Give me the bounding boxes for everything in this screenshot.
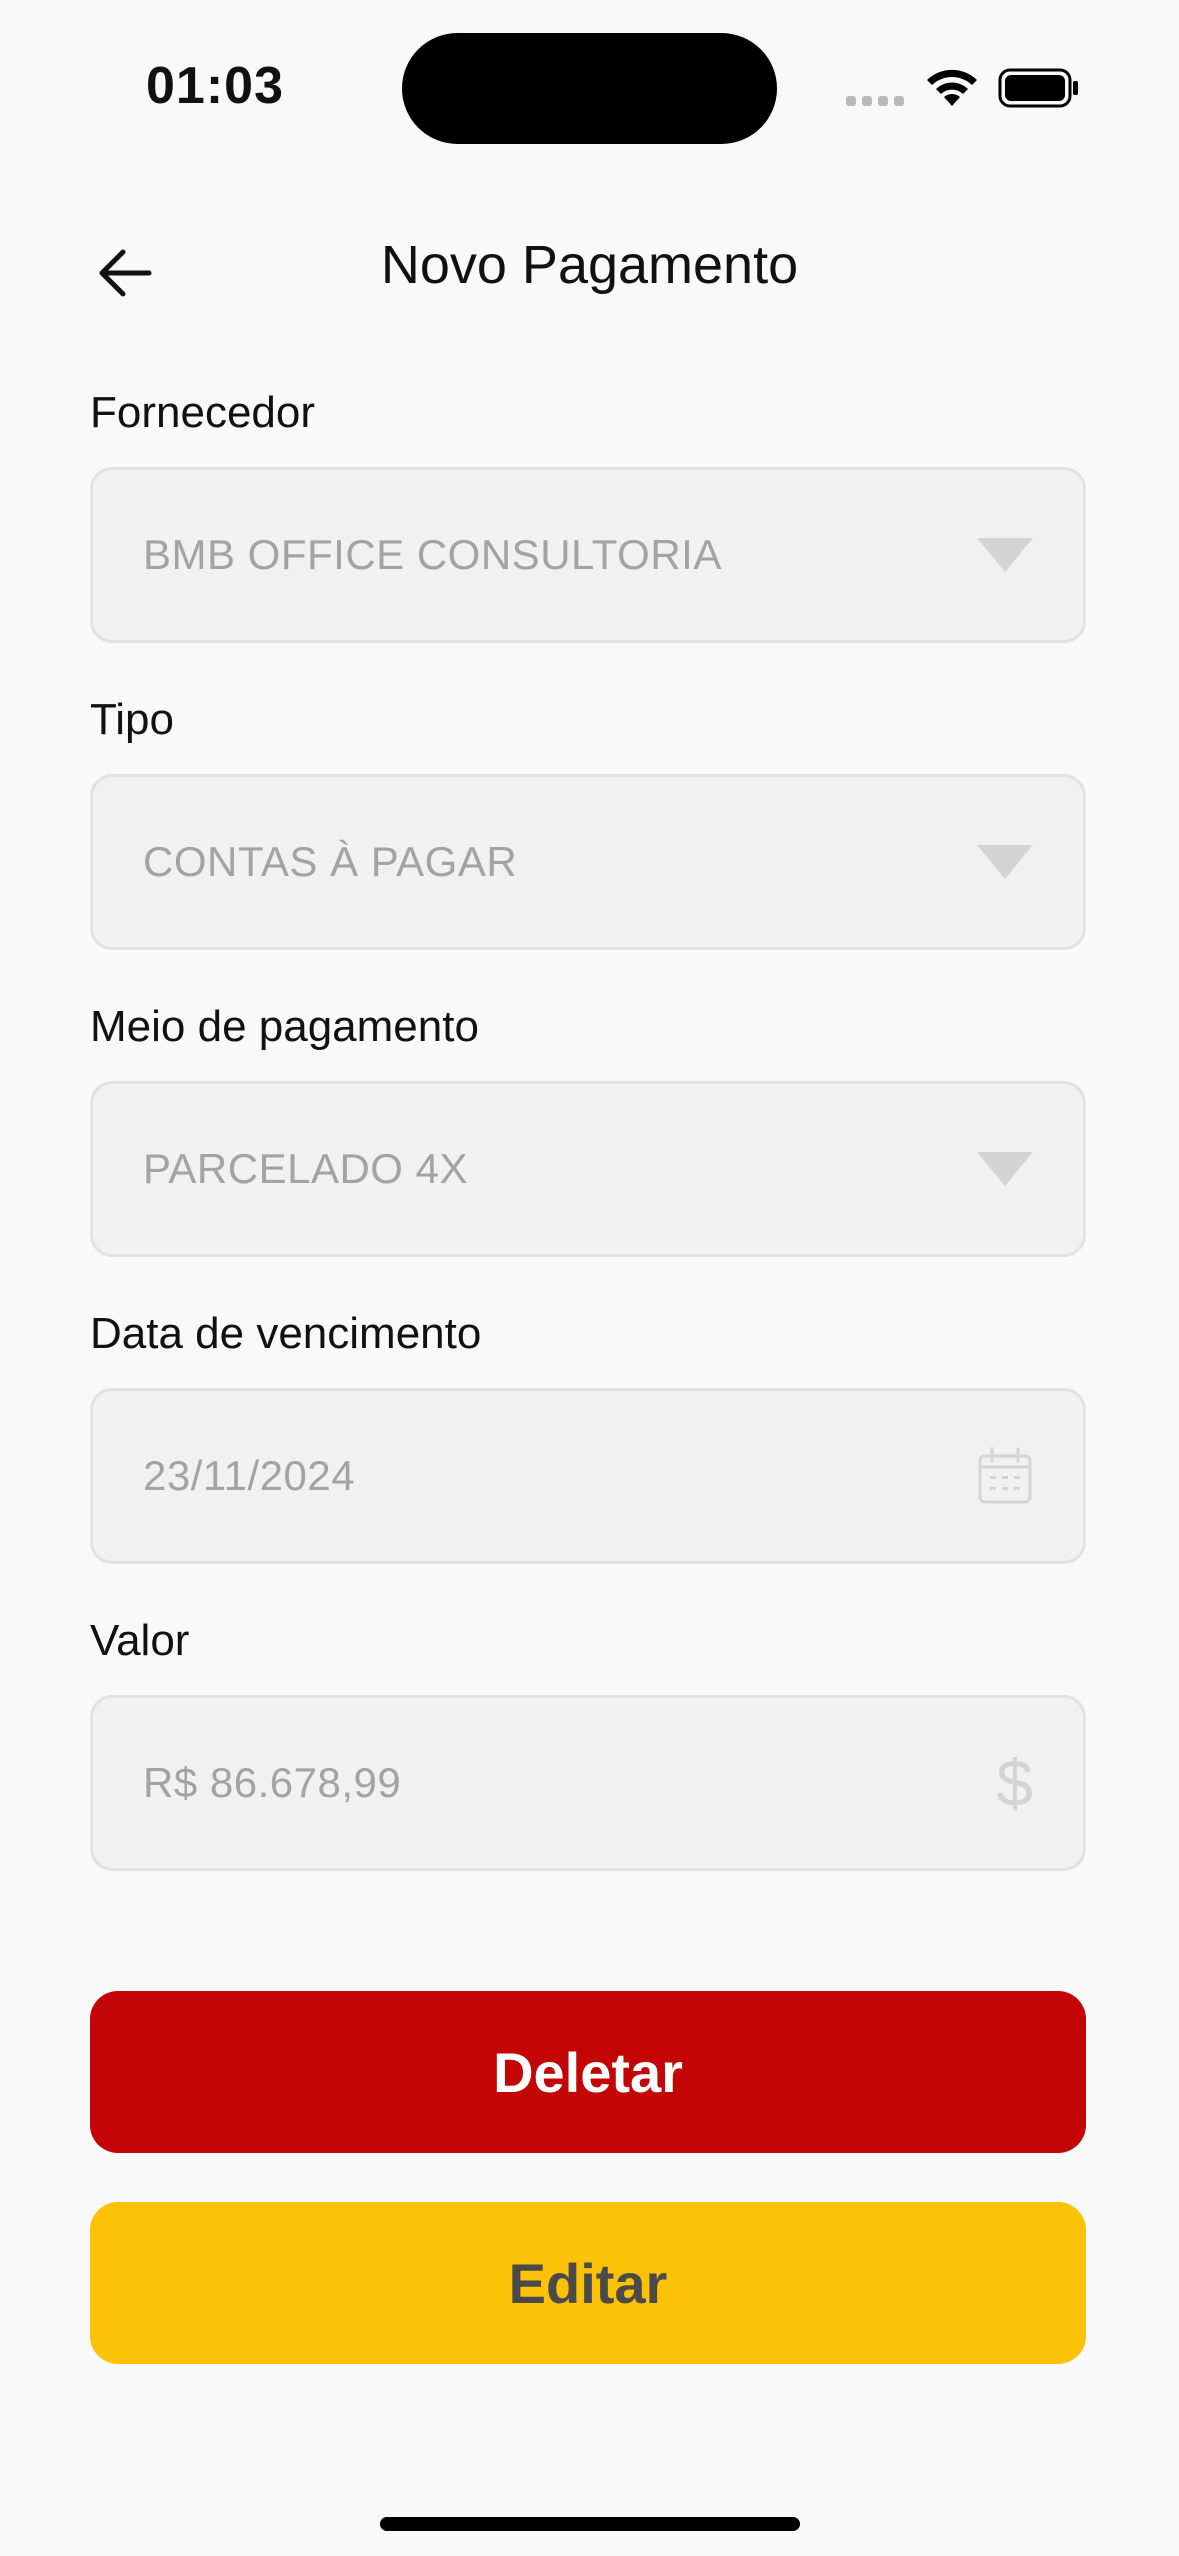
home-indicator[interactable]: [380, 2517, 800, 2531]
cellular-signal-icon: [846, 96, 904, 106]
data-vencimento-value: 23/11/2024: [143, 1452, 356, 1499]
valor-field[interactable]: R$ 86.678,99 $: [90, 1695, 1086, 1871]
delete-button[interactable]: Deletar: [90, 1991, 1086, 2153]
status-time: 01:03: [146, 57, 284, 115]
meio-pagamento-label: Meio de pagamento: [90, 1002, 479, 1051]
status-bar: 01:03: [0, 0, 1179, 180]
page-title: Novo Pagamento: [380, 235, 799, 295]
fornecedor-value: BMB OFFICE CONSULTORIA: [143, 531, 722, 578]
caret-down-icon: [977, 538, 1033, 572]
fornecedor-label: Fornecedor: [90, 388, 316, 437]
dynamic-island: [402, 33, 777, 144]
dollar-icon: $: [996, 1746, 1033, 1820]
valor-value: R$ 86.678,99: [143, 1759, 402, 1806]
app-header: Novo Pagamento: [0, 220, 1179, 320]
tipo-label: Tipo: [90, 695, 174, 744]
valor-label: Valor: [90, 1616, 190, 1665]
edit-button[interactable]: Editar: [90, 2202, 1086, 2364]
data-vencimento-label: Data de vencimento: [90, 1309, 482, 1358]
caret-down-icon: [977, 845, 1033, 879]
calendar-icon[interactable]: [977, 1447, 1033, 1505]
battery-icon: [998, 68, 1078, 108]
meio-pagamento-select[interactable]: PARCELADO 4X: [90, 1081, 1086, 1257]
data-vencimento-field[interactable]: 23/11/2024: [90, 1388, 1086, 1564]
meio-pagamento-value: PARCELADO 4X: [143, 1145, 468, 1192]
tipo-select[interactable]: CONTAS À PAGAR: [90, 774, 1086, 950]
fornecedor-select[interactable]: BMB OFFICE CONSULTORIA: [90, 467, 1086, 643]
wifi-icon: [927, 69, 977, 106]
caret-down-icon: [977, 1152, 1033, 1186]
tipo-value: CONTAS À PAGAR: [143, 838, 518, 885]
